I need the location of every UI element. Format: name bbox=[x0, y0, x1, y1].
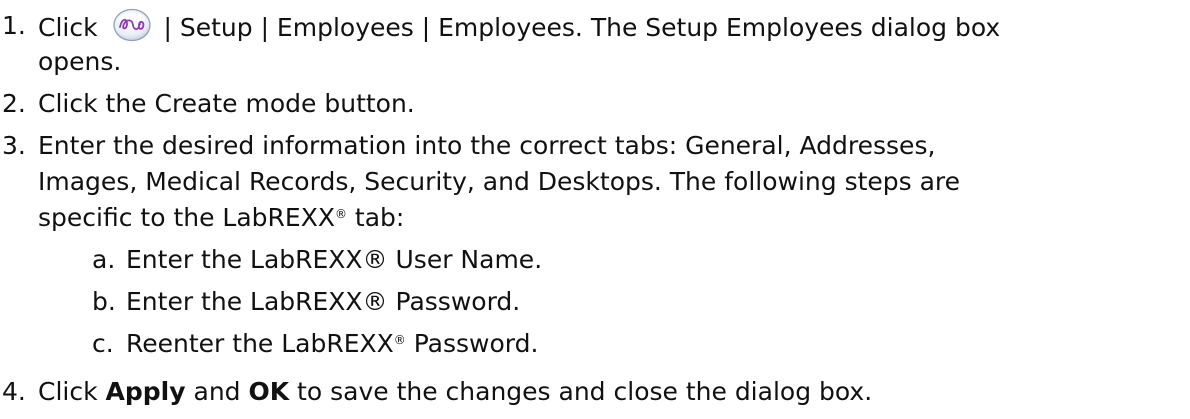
registered-mark: ® bbox=[393, 333, 406, 347]
substep-letter: a. bbox=[92, 245, 116, 274]
step-text: specific to the LabREXX® tab: bbox=[38, 200, 1186, 236]
step-number: 3. bbox=[2, 131, 26, 160]
step-1-pre: Click bbox=[38, 13, 98, 42]
step-4-mid: and bbox=[185, 377, 249, 406]
step-number: 4. bbox=[2, 377, 26, 406]
substep-text: Reenter the LabREXX® Password. bbox=[126, 326, 1186, 362]
step-text: Enter the desired information into the c… bbox=[38, 131, 936, 160]
substep-text: Enter the LabREXX® Password. bbox=[126, 287, 521, 316]
step-text: Click Apply and OK to save the changes a… bbox=[38, 374, 1186, 410]
step-text: opens. bbox=[38, 47, 122, 76]
instruction-list: 1. Click | Setup | Employees | Employees… bbox=[0, 0, 1190, 419]
ok-label: OK bbox=[248, 377, 290, 406]
substep-c-post: Password. bbox=[405, 329, 539, 358]
step-3-line-3-post: tab: bbox=[346, 203, 405, 232]
step-text: Click | Setup | Employees | Employees. T… bbox=[38, 8, 1186, 46]
apply-label: Apply bbox=[105, 377, 186, 406]
step-1-post: | Setup | Employees | Employees. The Set… bbox=[163, 13, 1001, 42]
substep-c-pre: Reenter the LabREXX bbox=[126, 329, 394, 358]
step-4-post: to save the changes and close the dialog… bbox=[289, 377, 873, 406]
substep-text: Enter the LabREXX® User Name. bbox=[126, 245, 543, 274]
step-text: Images, Medical Records, Security, and D… bbox=[38, 167, 961, 196]
substep-letter: c. bbox=[92, 329, 114, 358]
substep-letter: b. bbox=[92, 287, 116, 316]
step-number: 1. bbox=[2, 11, 26, 40]
registered-mark: ® bbox=[334, 207, 347, 221]
step-3-line-3-pre: specific to the LabREXX bbox=[38, 203, 335, 232]
app-logo-icon[interactable] bbox=[112, 8, 152, 42]
step-4-pre: Click bbox=[38, 377, 106, 406]
step-number: 2. bbox=[2, 89, 26, 118]
step-text: Click the Create mode button. bbox=[38, 89, 415, 118]
